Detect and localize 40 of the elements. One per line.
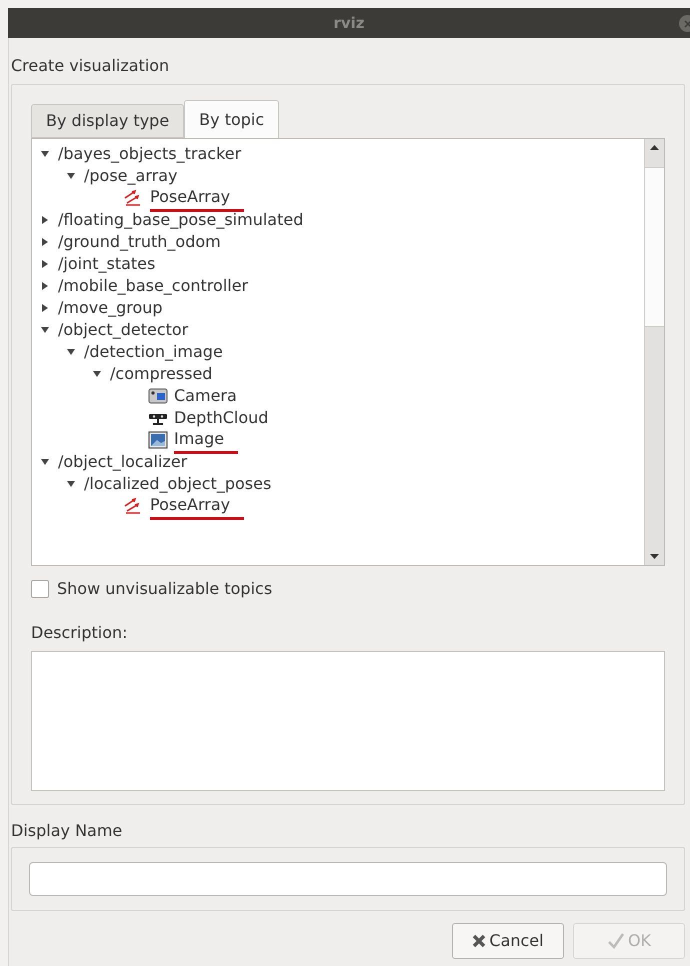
scrollbar[interactable] xyxy=(644,139,664,565)
description-label: Description: xyxy=(31,623,128,642)
topic-item[interactable]: /bayes_objects_tracker xyxy=(58,142,242,166)
checkbox-label: Show unvisualizable topics xyxy=(57,578,272,600)
collapse-arrow-icon[interactable] xyxy=(40,325,50,335)
x-icon xyxy=(472,934,486,948)
display-item[interactable]: PoseArray xyxy=(150,492,244,520)
close-icon xyxy=(684,20,690,28)
collapse-arrow-icon[interactable] xyxy=(40,149,50,159)
checkbox[interactable] xyxy=(31,580,49,598)
display-item[interactable]: Camera xyxy=(174,384,251,408)
image-icon xyxy=(148,431,168,449)
display-name-label: Display Name xyxy=(11,821,122,840)
cancel-button[interactable]: Cancel xyxy=(452,923,564,959)
input-field[interactable] xyxy=(29,862,667,896)
collapse-arrow-icon[interactable] xyxy=(66,479,76,489)
expand-arrow-icon[interactable] xyxy=(40,281,50,291)
topic-item[interactable]: /mobile_base_controller xyxy=(58,274,248,298)
expand-arrow-icon[interactable] xyxy=(40,215,50,225)
collapse-arrow-icon[interactable] xyxy=(40,457,50,467)
window-title: rviz xyxy=(333,12,365,34)
check-icon xyxy=(606,933,625,949)
topic-item[interactable]: /ground_truth_odom xyxy=(58,230,221,254)
tab[interactable]: By topic xyxy=(184,100,280,138)
collapse-arrow-icon[interactable] xyxy=(66,171,76,181)
topic-item[interactable]: /detection_image xyxy=(84,340,223,364)
expand-arrow-icon[interactable] xyxy=(40,259,50,269)
collapse-arrow-icon[interactable] xyxy=(66,347,76,357)
expand-arrow-icon[interactable] xyxy=(40,303,50,313)
tab[interactable]: By display type xyxy=(31,104,184,138)
topic-item[interactable]: /object_detector xyxy=(58,318,188,342)
dialog-heading: Create visualization xyxy=(11,56,170,75)
collapse-arrow-icon[interactable] xyxy=(92,369,102,379)
topic-item[interactable]: /move_group xyxy=(58,296,163,320)
display-item[interactable]: PoseArray xyxy=(150,184,244,212)
expand-arrow-icon[interactable] xyxy=(40,237,50,247)
topic-item[interactable]: /compressed xyxy=(110,362,212,386)
display-item[interactable]: Image xyxy=(174,426,238,454)
camera-icon xyxy=(148,387,168,405)
topic-item[interactable]: /joint_states xyxy=(58,252,156,276)
